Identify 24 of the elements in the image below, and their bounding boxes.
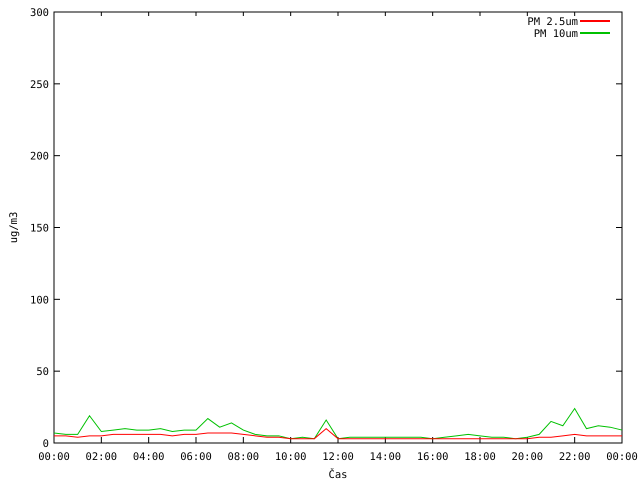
y-tick-label: 0 [42, 438, 49, 450]
x-tick-label: 12:00 [322, 451, 354, 463]
x-axis-label: Čas [328, 469, 348, 480]
y-axis-label: ug/m3 [8, 212, 20, 244]
legend-label: PM 2.5um [527, 16, 578, 28]
y-tick-label: 100 [30, 294, 49, 306]
x-tick-label: 20:00 [512, 451, 544, 463]
x-tick-label: 16:00 [416, 451, 448, 463]
x-tick-label: 02:00 [86, 451, 118, 463]
x-tick-label: 06:00 [180, 451, 212, 463]
x-tick-label: 18:00 [464, 451, 496, 463]
x-tick-label: 08:00 [228, 451, 260, 463]
y-tick-label: 300 [30, 7, 49, 19]
x-tick-label: 14:00 [370, 451, 402, 463]
x-tick-label: 04:00 [132, 451, 164, 463]
x-tick-label: 00:00 [606, 451, 638, 463]
y-tick-label: 200 [30, 150, 49, 163]
x-tick-label: 10:00 [274, 451, 306, 463]
x-tick-label: 22:00 [558, 451, 590, 463]
y-tick-label: 150 [30, 222, 49, 234]
x-tick-label: 00:00 [38, 451, 70, 463]
legend-label: PM 10um [534, 28, 578, 40]
y-tick-label: 50 [36, 366, 49, 378]
y-tick-label: 250 [30, 78, 49, 91]
